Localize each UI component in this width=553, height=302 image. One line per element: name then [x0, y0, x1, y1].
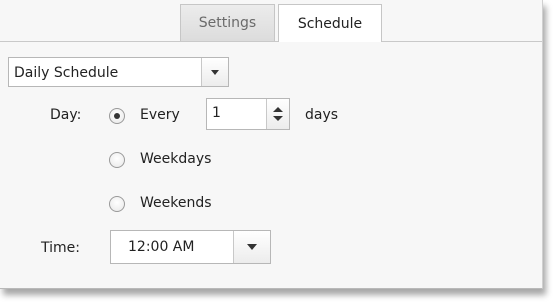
tab-schedule[interactable]: Schedule — [278, 4, 382, 42]
radio-every[interactable] — [109, 108, 125, 124]
time-select[interactable]: 12:00 AM — [110, 230, 271, 264]
every-days-value[interactable]: 1 — [212, 105, 221, 121]
spin-up-icon[interactable] — [273, 107, 283, 112]
radio-weekends[interactable] — [109, 196, 125, 212]
time-label: Time: — [41, 240, 80, 256]
days-unit-label: days — [305, 107, 339, 123]
schedule-type-select[interactable]: Daily Schedule — [8, 57, 229, 87]
schedule-type-dropdown-button[interactable] — [201, 58, 228, 86]
tab-settings-label: Settings — [198, 15, 257, 31]
spinner-buttons — [266, 99, 289, 129]
radio-weekends-label[interactable]: Weekends — [140, 195, 212, 211]
radio-weekdays[interactable] — [109, 152, 125, 168]
radio-weekdays-label[interactable]: Weekdays — [140, 151, 211, 167]
time-dropdown-button[interactable] — [233, 231, 270, 263]
schedule-type-value: Daily Schedule — [14, 65, 119, 81]
chevron-down-icon — [211, 69, 219, 75]
time-value: 12:00 AM — [128, 239, 195, 255]
tab-bar: Settings Schedule — [0, 0, 542, 42]
radio-every-label[interactable]: Every — [140, 107, 180, 123]
tab-schedule-label: Schedule — [297, 15, 363, 32]
tab-divider — [0, 41, 542, 42]
day-label: Day: — [50, 107, 82, 123]
chevron-down-icon — [247, 244, 257, 250]
tab-settings[interactable]: Settings — [180, 4, 275, 41]
schedule-panel: Settings Schedule Daily Schedule Day: Ev… — [0, 0, 543, 289]
every-days-spinner[interactable]: 1 — [206, 98, 290, 130]
spin-down-icon[interactable] — [273, 116, 283, 121]
